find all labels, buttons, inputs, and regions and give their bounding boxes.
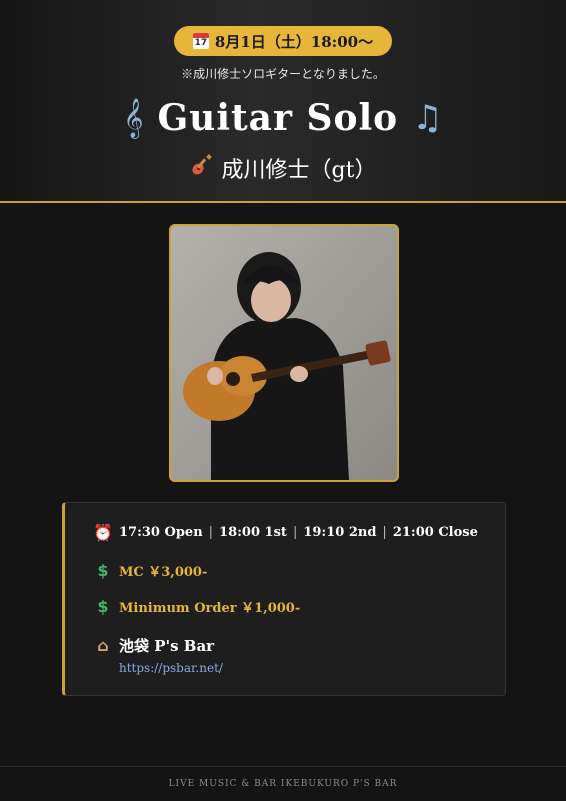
artist-row: 成川修士（gt）: [0, 150, 566, 186]
artist-name: 成川修士（gt）: [221, 158, 377, 183]
separator: |: [292, 525, 298, 540]
minimum-order: Minimum Order ￥1,000-: [119, 601, 301, 616]
schedule-2nd: 19:10 2nd: [303, 525, 377, 540]
dollar-icon: $: [97, 561, 109, 580]
mc-price: MC ￥3,000-: [119, 565, 208, 580]
venue-name: 池袋 P's Bar: [119, 637, 215, 655]
event-info-card: ⏰ 17:30 Open | 18:00 1st | 19:10 2nd | 2…: [62, 502, 506, 696]
artist-photo: [169, 224, 399, 482]
minimum-order-row: $ Minimum Order ￥1,000-: [93, 597, 300, 616]
page-title: Guitar Solo: [157, 97, 399, 139]
dollar-icon: $: [97, 597, 109, 616]
venue-link[interactable]: https://psbar.net/: [119, 661, 223, 675]
separator: |: [208, 525, 214, 540]
date-badge: 17 8月1日（土）18:00～: [174, 26, 392, 56]
house-icon: ⌂: [97, 636, 109, 655]
guitar-icon: [190, 153, 214, 183]
schedule-open: 17:30 Open: [119, 525, 203, 540]
venue-row: ⌂ 池袋 P's Bar: [93, 635, 214, 656]
schedule-row: ⏰ 17:30 Open | 18:00 1st | 19:10 2nd | 2…: [93, 523, 478, 542]
alarm-clock-icon: ⏰: [93, 523, 113, 542]
title-row: 𝄞 Guitar Solo ♫: [0, 92, 566, 144]
separator: |: [382, 525, 387, 540]
mc-price-row: $ MC ￥3,000-: [93, 561, 207, 580]
schedule-1st: 18:00 1st: [219, 525, 287, 540]
schedule-close: 21:00 Close: [392, 525, 478, 540]
notice-text: ※成川修士ソロギターとなりました。: [181, 67, 385, 81]
musical-notes-icon: ♫: [412, 98, 443, 138]
header: 17 8月1日（土）18:00～ ※成川修士ソロギターとなりました。 𝄞 Gui…: [0, 0, 566, 203]
date-text: 8月1日（土）18:00～: [214, 32, 374, 51]
musical-score-icon: 𝄞: [123, 98, 144, 138]
calendar-icon: 17: [192, 33, 209, 49]
footer: LIVE MUSIC & BAR IKEBUKURO P'S BAR: [0, 766, 566, 801]
